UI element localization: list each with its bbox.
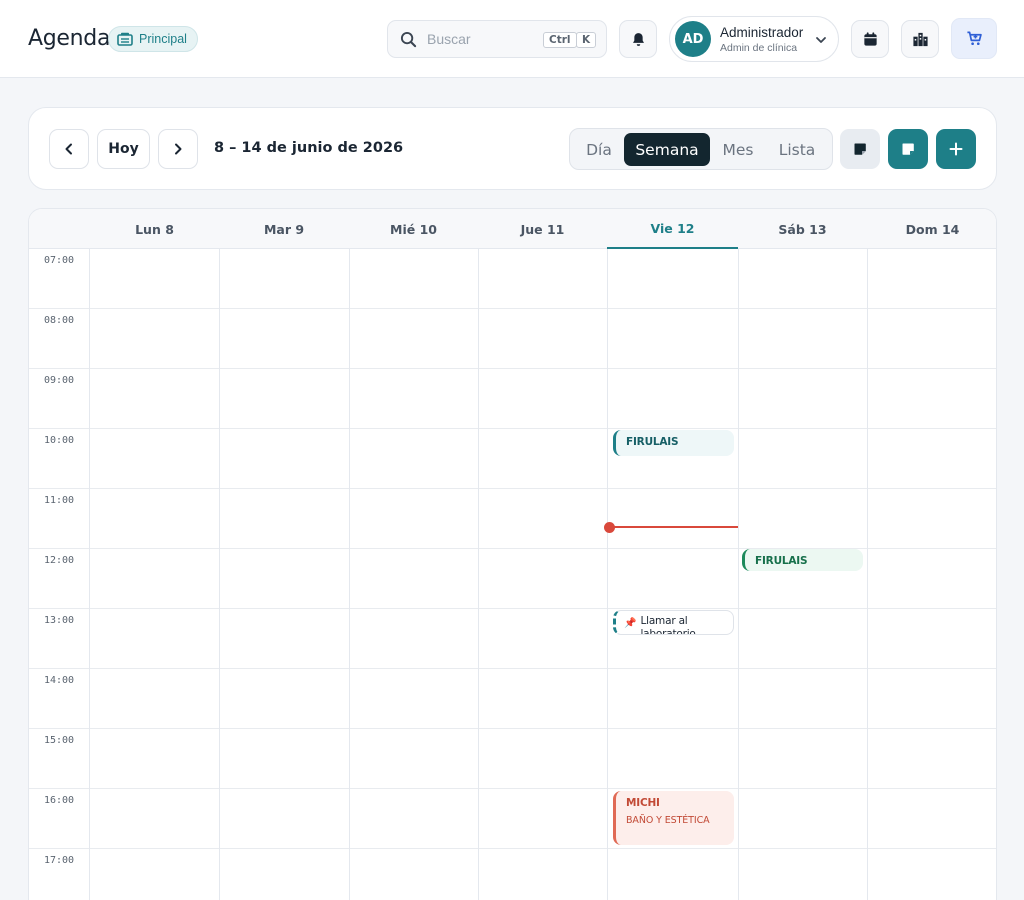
add-note-button[interactable] — [888, 129, 928, 169]
column-divider — [349, 249, 350, 900]
day-header-wed[interactable]: Mié 10 — [349, 209, 478, 249]
hour-label: 08:00 — [43, 315, 75, 326]
page-title: Agenda — [28, 26, 111, 51]
hour-row[interactable]: 10:00 — [29, 429, 996, 489]
user-role: Admin de clínica — [720, 42, 798, 54]
view-list[interactable]: Lista — [766, 133, 828, 166]
current-time-line — [609, 526, 738, 528]
hour-label: 16:00 — [43, 795, 75, 806]
day-header-sun[interactable]: Dom 14 — [867, 209, 996, 249]
plus-icon — [949, 142, 963, 156]
current-time-dot — [604, 522, 615, 533]
hour-label: 11:00 — [43, 495, 75, 506]
event-service: BAÑO Y ESTÉTICA — [626, 815, 710, 826]
event-title: FIRULAIS — [755, 555, 808, 567]
note-event[interactable]: 📌 Llamar al laboratorio — [613, 610, 734, 635]
appointment-event[interactable]: FIRULAIS — [742, 549, 863, 571]
hour-row[interactable]: 13:00 — [29, 609, 996, 669]
column-divider — [867, 249, 868, 900]
chevron-down-icon — [816, 37, 826, 43]
hour-label: 17:00 — [43, 855, 75, 866]
search-icon — [400, 31, 417, 47]
column-divider — [478, 249, 479, 900]
hour-label: 14:00 — [43, 675, 75, 686]
avatar: AD — [675, 21, 711, 57]
view-switcher: Día Semana Mes Lista — [569, 128, 833, 170]
search-box[interactable]: Ctrl K — [387, 20, 607, 58]
building-icon — [117, 32, 133, 46]
hour-row[interactable]: 09:00 — [29, 369, 996, 429]
hour-row[interactable]: 16:00 — [29, 789, 996, 849]
event-title: MICHI — [626, 797, 660, 809]
note-icon — [902, 143, 914, 155]
hour-label: 12:00 — [43, 555, 75, 566]
location-badge[interactable]: Principal — [108, 26, 198, 52]
hour-label: 07:00 — [43, 255, 75, 266]
column-divider — [219, 249, 220, 900]
day-header-tue[interactable]: Mar 9 — [219, 209, 349, 249]
shortcut-key-k: K — [576, 32, 597, 48]
hour-label: 10:00 — [43, 435, 75, 446]
calendar-header: Lun 8 Mar 9 Mié 10 Jue 11 Vie 12 Sáb 13 … — [29, 209, 996, 249]
hour-row[interactable]: 07:00 — [29, 249, 996, 309]
cart-button[interactable] — [951, 18, 997, 59]
day-header-sat[interactable]: Sáb 13 — [738, 209, 867, 249]
view-week[interactable]: Semana — [624, 133, 710, 166]
column-divider — [607, 249, 608, 900]
calendar-toolbar: Hoy 8 – 14 de junio de 2026 Día Semana M… — [28, 107, 997, 190]
hour-row[interactable]: 14:00 — [29, 669, 996, 729]
column-divider — [738, 249, 739, 900]
shortcut-key-ctrl: Ctrl — [543, 32, 577, 48]
buildings-button[interactable] — [901, 20, 939, 58]
chevron-right-icon — [175, 143, 182, 155]
hour-label: 13:00 — [43, 615, 75, 626]
hour-label: 09:00 — [43, 375, 75, 386]
day-header-thu[interactable]: Jue 11 — [478, 209, 607, 249]
notes-button[interactable] — [840, 129, 880, 169]
notifications-button[interactable] — [619, 20, 657, 58]
hour-row[interactable]: 11:00 — [29, 489, 996, 549]
sticky-note-icon — [854, 143, 866, 155]
calendar-button[interactable] — [851, 20, 889, 58]
hour-label: 15:00 — [43, 735, 75, 746]
day-header-fri[interactable]: Vie 12 — [607, 209, 738, 249]
cart-add-icon — [966, 31, 982, 46]
hour-row[interactable]: 08:00 — [29, 309, 996, 369]
hour-row[interactable]: 15:00 — [29, 729, 996, 789]
appointment-event[interactable]: FIRULAIS — [613, 430, 734, 456]
calendar-icon — [863, 31, 877, 46]
chevron-left-icon — [65, 143, 72, 155]
view-day[interactable]: Día — [574, 133, 624, 166]
date-range: 8 – 14 de junio de 2026 — [214, 140, 404, 156]
day-header-mon[interactable]: Lun 8 — [90, 209, 219, 249]
time-gutter-divider — [89, 249, 90, 900]
buildings-icon — [912, 32, 928, 46]
event-title: FIRULAIS — [626, 436, 679, 448]
week-calendar: Lun 8 Mar 9 Mié 10 Jue 11 Vie 12 Sáb 13 … — [28, 208, 997, 900]
bell-icon — [632, 32, 644, 46]
pin-icon: 📌 — [624, 618, 637, 629]
user-menu[interactable]: AD Administrador Admin de clínica — [669, 16, 839, 62]
badge-label: Principal — [139, 32, 187, 46]
today-button[interactable]: Hoy — [97, 129, 150, 169]
event-title: Llamar al laboratorio — [640, 615, 696, 635]
hour-row[interactable]: 17:00 — [29, 849, 996, 900]
user-name: Administrador — [720, 25, 804, 40]
add-appointment-button[interactable] — [936, 129, 976, 169]
appointment-event[interactable]: MICHI BAÑO Y ESTÉTICA — [613, 791, 734, 845]
search-input[interactable] — [427, 31, 527, 47]
top-bar: Agenda Principal Ctrl K AD Administrador… — [0, 0, 1024, 78]
view-month[interactable]: Mes — [710, 133, 766, 166]
next-week-button[interactable] — [158, 129, 198, 169]
previous-week-button[interactable] — [49, 129, 89, 169]
